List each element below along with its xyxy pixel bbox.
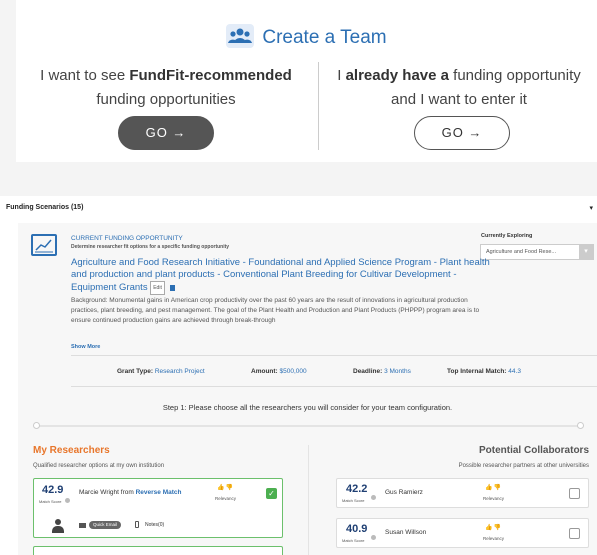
my-researchers-subtitle: Qualified researcher options at my own i… [33, 463, 165, 469]
researcher-name[interactable]: Marcie Wright from Reverse Match [79, 489, 181, 496]
stats-divider-bottom [71, 386, 597, 387]
existing-text-prefix: I [337, 67, 346, 84]
top-match-value: 44.3 [508, 368, 521, 375]
collapse-toggle-icon[interactable]: ▾ [589, 204, 593, 212]
funding-scenarios-header[interactable]: Funding Scenarios (15) [6, 204, 83, 211]
recommended-text-suffix: funding opportunities [96, 91, 236, 108]
quick-email-button[interactable]: Quick Email [89, 521, 122, 529]
notes-link[interactable]: Notes(0) [145, 522, 164, 528]
info-icon[interactable] [65, 498, 70, 503]
step-timeline [33, 422, 584, 429]
info-icon[interactable] [371, 535, 376, 540]
current-opportunity-card: CURRENT FUNDING OPPORTUNITY Determine re… [18, 223, 597, 555]
collaborator-card[interactable]: 42.2 Match Score Gus Ramierz 👍👎 Relevanc… [336, 478, 589, 508]
recommended-text-bold: FundFit-recommended [129, 67, 292, 84]
options-divider [318, 62, 319, 150]
match-score-label: Match Score [39, 499, 62, 504]
deadline-label: Deadline: [353, 368, 383, 375]
match-score: 42.9 [42, 484, 64, 496]
existing-option: I already have a funding opportunity and… [321, 64, 597, 112]
top-match-label: Top Internal Match: [447, 368, 507, 375]
my-researchers-title: My Researchers [33, 445, 110, 456]
match-score: 40.9 [346, 523, 368, 535]
researcher-name-text: Marcie Wright from [79, 489, 136, 496]
relevancy-label: Relevancy [483, 496, 505, 501]
deadline-stat: Deadline: 3 Months [353, 368, 411, 375]
match-score: 42.2 [346, 483, 368, 495]
existing-text-suffix2: and I want to enter it [391, 91, 527, 108]
researcher-card-next[interactable] [33, 546, 283, 555]
select-checkbox[interactable] [569, 488, 580, 499]
amount-label: Amount: [251, 368, 278, 375]
go-existing-button[interactable]: GO → [414, 116, 510, 150]
match-score-label: Match Score [342, 498, 365, 503]
email-icon[interactable] [79, 523, 86, 528]
funding-scenarios-panel: Funding Scenarios (15) ▾ CURRENT FUNDING… [0, 196, 597, 555]
potential-collaborators-title: Potential Collaborators [478, 445, 589, 456]
create-team-title: Create a Team [262, 27, 387, 48]
column-divider [308, 445, 309, 555]
thumbs-icon[interactable]: 👍👎 [485, 484, 502, 491]
researcher-card[interactable]: 42.9 Match Score Marcie Wright from Reve… [33, 478, 283, 538]
potential-collaborators-subtitle: Possible researcher partners at other un… [458, 463, 589, 469]
grant-type-stat: Grant Type: Research Project [117, 368, 205, 375]
collaborator-card[interactable]: 40.9 Match Score Susan Willson 👍👎 Releva… [336, 518, 589, 548]
amount-stat: Amount: $500,000 [251, 368, 307, 375]
thumbs-icon[interactable]: 👍👎 [485, 524, 502, 531]
team-icon [226, 24, 255, 48]
current-opportunity-subtitle: Determine researcher fit options for a s… [71, 244, 230, 250]
amount-value: $500,000 [279, 368, 307, 375]
reverse-match-link[interactable]: Reverse Match [136, 489, 182, 496]
select-checkbox[interactable]: ✓ [266, 488, 277, 499]
avatar-icon [52, 519, 64, 533]
edit-button[interactable]: Edit [150, 281, 165, 295]
opportunity-title-text[interactable]: Agriculture and Food Research Initiative… [71, 257, 490, 293]
select-checkbox[interactable] [569, 528, 580, 539]
recommended-text-prefix: I want to see [40, 67, 130, 84]
currently-exploring-label: Currently Exploring [481, 233, 533, 239]
info-icon[interactable] [371, 495, 376, 500]
create-team-heading: Create a Team [16, 24, 597, 49]
step1-instruction: Step 1: Please choose all the researcher… [162, 403, 453, 412]
relevancy-label: Relevancy [483, 536, 505, 541]
relevancy-label: Relevancy [215, 496, 237, 501]
exploring-select-value: Agriculture and Food Rese... [486, 249, 557, 255]
deadline-value: 3 Months [384, 368, 411, 375]
chevron-down-icon: ▾ [579, 245, 593, 259]
top-match-stat: Top Internal Match: 44.3 [447, 368, 521, 375]
opportunity-title[interactable]: Agriculture and Food Research Initiative… [71, 257, 491, 295]
thumbs-icon[interactable]: 👍👎 [217, 484, 234, 491]
phone-icon[interactable] [135, 521, 139, 528]
create-team-card: Create a Team I want to see FundFit-reco… [16, 0, 597, 162]
existing-text-bold: already have a [345, 67, 449, 84]
go-recommended-button[interactable]: GO → [118, 116, 214, 150]
timeline-dot-start [33, 422, 40, 429]
existing-text-suffix1: funding opportunity [448, 67, 581, 84]
background-fade [71, 323, 481, 337]
grant-type-value: Research Project [154, 368, 205, 375]
collaborator-name[interactable]: Susan Willson [385, 529, 426, 536]
show-more-link[interactable]: Show More [71, 344, 100, 350]
match-score-label: Match Score [342, 538, 365, 543]
opportunity-chart-icon [31, 234, 57, 256]
timeline-dot-end [577, 422, 584, 429]
grant-type-label: Grant Type: [117, 368, 153, 375]
stats-divider-top [71, 355, 597, 356]
trash-icon[interactable] [170, 285, 176, 291]
exploring-select[interactable]: Agriculture and Food Rese... ▾ [480, 244, 594, 260]
collaborator-name[interactable]: Gus Ramierz [385, 489, 423, 496]
current-opportunity-label: CURRENT FUNDING OPPORTUNITY [71, 235, 183, 242]
recommended-option: I want to see FundFit-recommended fundin… [16, 64, 316, 112]
